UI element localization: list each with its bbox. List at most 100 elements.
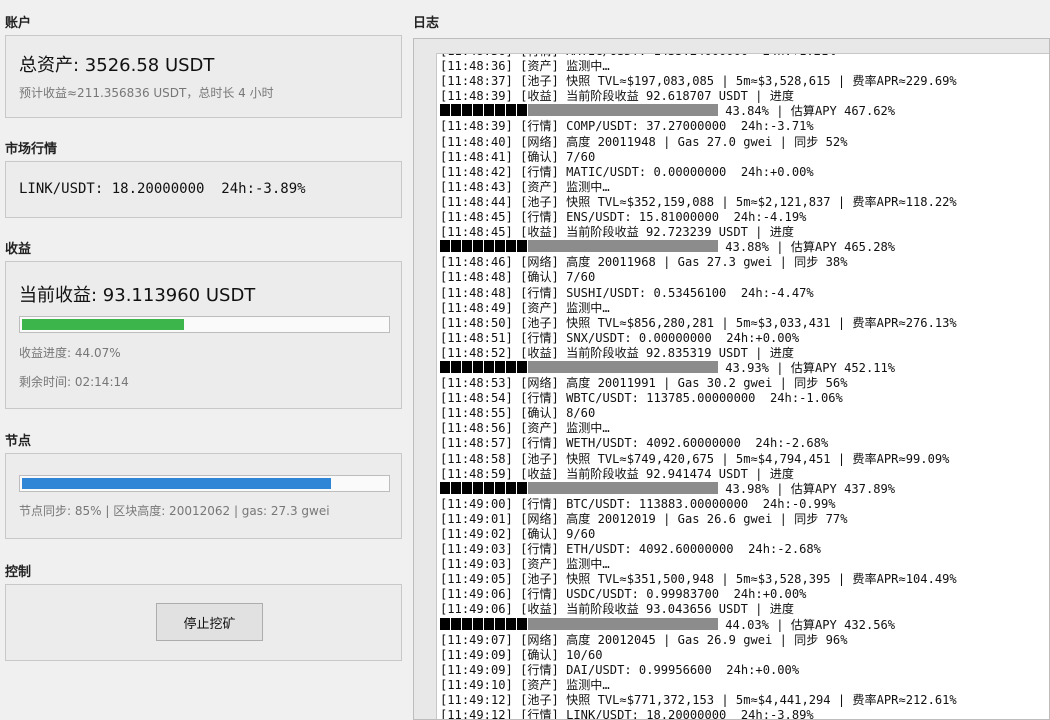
log-line-text: [11:49:03] [行情] ETH/USDT: 4092.60000000 … — [440, 542, 821, 557]
progress-block-empty — [708, 481, 718, 494]
progress-block-empty — [628, 104, 638, 117]
market-section-title: 市场行情 — [5, 142, 58, 157]
progress-block-empty — [678, 104, 688, 117]
progress-block-empty — [548, 481, 558, 494]
progress-block-filled — [517, 481, 527, 494]
log-line: [11:48:36] [资产] 监测中… — [440, 59, 1049, 74]
progress-block-empty — [588, 617, 598, 630]
progress-block-empty — [578, 360, 588, 373]
log-line: 43.98% | 估算APY 437.89% — [440, 481, 1049, 497]
market-group: LINK/USDT: 18.20000000 24h:-3.89% — [5, 161, 402, 218]
progress-block-empty — [638, 481, 648, 494]
log-line: [11:48:59] [收益] 当前阶段收益 92.941474 USDT | … — [440, 467, 1049, 482]
progress-block-filled — [517, 240, 527, 253]
progress-block-filled — [506, 481, 516, 494]
progress-block-empty — [688, 104, 698, 117]
control-group: 停止挖矿 — [5, 584, 402, 661]
progress-block-filled — [440, 240, 450, 253]
progress-block-empty — [558, 240, 568, 253]
log-line-text: [11:49:01] [网络] 高度 20012019 | Gas 26.6 g… — [440, 511, 848, 526]
log-line-text: [11:48:41] [确认] 7/60 — [440, 149, 596, 164]
progress-block-filled — [506, 617, 516, 630]
log-line: [11:49:09] [行情] DAI/USDT: 0.99956600 24h… — [440, 663, 1049, 678]
log-line-text: [11:48:53] [网络] 高度 20011991 | Gas 30.2 g… — [440, 376, 848, 391]
progress-block-empty — [608, 360, 618, 373]
log-line: [11:48:54] [行情] WBTC/USDT: 113785.000000… — [440, 391, 1049, 406]
log-line-text: [11:49:00] [行情] BTC/USDT: 113883.0000000… — [440, 496, 836, 511]
remaining-time: 剩余时间: 02:14:14 — [19, 375, 129, 389]
progress-block-filled — [473, 481, 483, 494]
log-line: [11:48:53] [网络] 高度 20011991 | Gas 30.2 g… — [440, 376, 1049, 391]
progress-block-empty — [638, 360, 648, 373]
log-line: [11:48:48] [确认] 7/60 — [440, 270, 1049, 285]
progress-block-filled — [484, 240, 494, 253]
progress-block-empty — [528, 240, 538, 253]
control-section-title: 控制 — [5, 565, 32, 580]
log-line: [11:48:49] [资产] 监测中… — [440, 301, 1049, 316]
log-line-text: [11:48:48] [行情] SUSHI/USDT: 0.53456100 2… — [440, 285, 814, 300]
log-line: [11:49:12] [池子] 快照 TVL≈$771,372,153 | 5m… — [440, 693, 1049, 708]
progress-block-empty — [538, 617, 548, 630]
progress-block-filled — [495, 481, 505, 494]
progress-block-filled — [484, 481, 494, 494]
progress-block-empty — [608, 617, 618, 630]
progress-block-filled — [440, 104, 450, 117]
log-line: [11:48:57] [行情] WETH/USDT: 4092.60000000… — [440, 436, 1049, 451]
progress-block-empty — [598, 240, 608, 253]
progress-block-empty — [588, 240, 598, 253]
log-line-text: [11:48:42] [行情] MATIC/USDT: 0.00000000 2… — [440, 164, 814, 179]
progress-block-empty — [618, 481, 628, 494]
progress-block-empty — [568, 617, 578, 630]
progress-block-filled — [495, 240, 505, 253]
log-line-text: [11:48:48] [确认] 7/60 — [440, 270, 596, 285]
progress-block-empty — [528, 617, 538, 630]
progress-block-filled — [451, 481, 461, 494]
progress-block-empty — [628, 240, 638, 253]
log-line-text: [11:48:46] [网络] 高度 20011968 | Gas 27.3 g… — [440, 255, 848, 270]
log-section-title: 日志 — [413, 16, 440, 31]
log-line-text: [11:48:54] [行情] WBTC/USDT: 113785.000000… — [440, 391, 843, 406]
log-line: [11:48:51] [行情] SNX/USDT: 0.00000000 24h… — [440, 331, 1049, 346]
node-group: 节点同步: 85% | 区块高度: 20012062 | gas: 27.3 g… — [5, 453, 402, 539]
progress-block-filled — [484, 104, 494, 117]
account-group: 总资产: 3526.58 USDT 预计收益≈211.356836 USDT，总… — [5, 35, 402, 118]
log-line: [11:48:42] [行情] MATIC/USDT: 0.00000000 2… — [440, 165, 1049, 180]
log-line-text: 43.84% | 估算APY 467.62% — [718, 104, 896, 119]
log-line-text: [11:48:43] [资产] 监测中… — [440, 179, 610, 194]
node-status: 节点同步: 85% | 区块高度: 20012062 | gas: 27.3 g… — [19, 504, 330, 518]
progress-block-empty — [648, 104, 658, 117]
progress-block-empty — [628, 360, 638, 373]
progress-block-empty — [638, 240, 648, 253]
stop-mining-button[interactable]: 停止挖矿 — [156, 603, 263, 641]
progress-block-empty — [668, 481, 678, 494]
log-line: [11:48:45] [收益] 当前阶段收益 92.723239 USDT | … — [440, 225, 1049, 240]
log-text-area[interactable]: [11:48:36] [行情] MATIC/USDT: 1435.2400000… — [436, 53, 1049, 719]
progress-block-empty — [578, 481, 588, 494]
log-line-text: [11:48:50] [池子] 快照 TVL≈$856,280,281 | 5m… — [440, 315, 957, 330]
progress-block-filled — [517, 104, 527, 117]
progress-block-filled — [484, 617, 494, 630]
log-line: 43.88% | 估算APY 465.28% — [440, 240, 1049, 255]
log-line: [11:49:10] [资产] 监测中… — [440, 678, 1049, 693]
log-line: [11:49:12] [行情] LINK/USDT: 18.20000000 2… — [440, 708, 1049, 719]
log-panel: [11:48:36] [行情] MATIC/USDT: 1435.2400000… — [413, 38, 1050, 720]
progress-block-empty — [618, 240, 628, 253]
log-line-text: [11:48:40] [网络] 高度 20011948 | Gas 27.0 g… — [440, 134, 848, 149]
log-line: [11:48:55] [确认] 8/60 — [440, 406, 1049, 421]
progress-block-empty — [548, 617, 558, 630]
progress-block-empty — [598, 104, 608, 117]
log-line-text: [11:48:44] [池子] 快照 TVL≈$352,159,088 | 5m… — [440, 194, 957, 209]
log-line: 44.03% | 估算APY 432.56% — [440, 617, 1049, 633]
progress-block-empty — [698, 104, 708, 117]
log-lines: [11:48:36] [行情] MATIC/USDT: 1435.2400000… — [440, 54, 1049, 719]
log-line-text: 43.93% | 估算APY 452.11% — [718, 360, 896, 375]
progress-block-empty — [668, 360, 678, 373]
progress-block-filled — [462, 104, 472, 117]
log-line: [11:48:41] [确认] 7/60 — [440, 150, 1049, 165]
progress-block-empty — [678, 481, 688, 494]
progress-block-empty — [668, 104, 678, 117]
progress-block-empty — [528, 104, 538, 117]
progress-block-empty — [708, 360, 718, 373]
progress-block-filled — [473, 240, 483, 253]
earnings-progress-fill — [22, 319, 184, 330]
